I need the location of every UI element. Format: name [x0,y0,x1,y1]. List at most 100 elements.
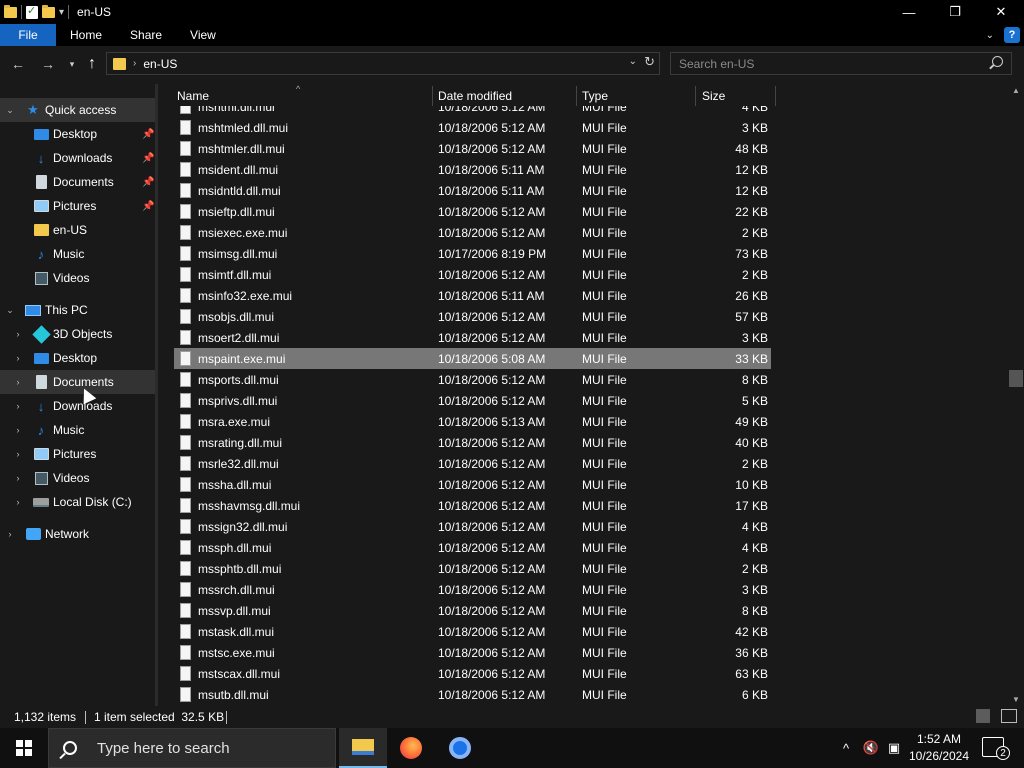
table-row[interactable]: msident.dll.mui 10/18/2006 5:11 AM MUI Fil… [174,159,771,180]
sidebar-item-pc-pictures[interactable]: › Pictures [0,442,156,466]
column-divider[interactable] [576,86,577,106]
sidebar-item-en-us[interactable]: en-US [0,218,156,242]
breadcrumb-chevron-icon[interactable]: › [133,58,136,69]
table-row[interactable]: msieftp.dll.mui 10/18/2006 5:12 AM MUI Fil… [174,201,771,222]
properties-icon[interactable] [26,4,38,19]
column-name[interactable]: Name [177,84,432,106]
table-row[interactable]: mshtmled.dll.mui 10/18/2006 5:12 AM MUI Fi… [174,117,771,138]
column-divider[interactable] [432,86,433,106]
scroll-up-icon[interactable]: ▲ [1012,86,1020,95]
help-icon[interactable]: ? [1004,27,1020,43]
customize-toolbar-chevron-icon[interactable]: ▾ [59,7,64,18]
table-row[interactable]: msimtf.dll.mui 10/18/2006 5:12 AM MUI File… [174,264,771,285]
table-row[interactable]: msutb.dll.mui 10/18/2006 5:12 AM MUI File 6… [174,684,771,705]
table-row[interactable]: mshtml.dll.mui 10/18/2006 5:12 AM MUI File… [174,106,771,117]
table-row[interactable]: msshavmsg.dll.mui 10/18/2006 5:12 AM MUI F… [174,495,771,516]
collapse-chevron-icon[interactable]: ⌄ [5,105,15,116]
expand-chevron-icon[interactable]: › [13,473,23,483]
table-row[interactable]: msimsg.dll.mui 10/17/2006 8:19 PM MUI File… [174,243,771,264]
table-row[interactable]: msiexec.exe.mui 10/18/2006 5:12 AM MUI Fil… [174,222,771,243]
column-divider[interactable] [775,86,776,106]
start-button[interactable] [0,728,48,768]
recent-locations-chevron-icon[interactable]: ▾ [62,54,82,74]
sidebar-item-network[interactable]: › Network [0,522,156,546]
address-history-chevron-icon[interactable]: ⌄ [629,56,637,67]
expand-chevron-icon[interactable]: › [13,425,23,435]
sidebar-item-desktop[interactable]: Desktop 📌 [0,122,156,146]
sidebar-item-videos[interactable]: Videos [0,266,156,290]
table-row[interactable]: msports.dll.mui 10/18/2006 5:12 AM MUI Fil… [174,369,771,390]
volume-muted-icon[interactable]: 🔇 [860,728,882,768]
expand-chevron-icon[interactable]: › [13,449,23,459]
expand-chevron-icon[interactable]: › [5,529,15,539]
table-row[interactable]: msidntld.dll.mui 10/18/2006 5:11 AM MUI Fi… [174,180,771,201]
sidebar-item-local-disk[interactable]: › Local Disk (C:) [0,490,156,514]
table-row[interactable]: mssign32.dll.mui 10/18/2006 5:12 AM MUI Fi… [174,516,771,537]
minimize-button[interactable]: — [886,0,932,24]
forward-arrow-icon[interactable]: → [38,54,58,74]
table-row[interactable]: msoert2.dll.mui 10/18/2006 5:12 AM MUI Fil… [174,327,771,348]
sidebar-item-downloads[interactable]: ↓ Downloads 📌 [0,146,156,170]
taskbar-search-box[interactable]: Type here to search [48,728,336,768]
table-row[interactable]: mssha.dll.mui 10/18/2006 5:12 AM MUI File 1… [174,474,771,495]
table-row[interactable]: msobjs.dll.mui 10/18/2006 5:12 AM MUI File… [174,306,771,327]
scrollbar-thumb[interactable] [1009,370,1023,387]
up-arrow-icon[interactable]: ↑ [82,54,102,74]
table-row[interactable]: mssvp.dll.mui 10/18/2006 5:12 AM MUI File 8… [174,600,771,621]
breadcrumb-item[interactable]: en-US [143,57,177,71]
sidebar-item-pc-downloads[interactable]: › ↓ Downloads [0,394,156,418]
sidebar-item-pc-music[interactable]: › ♪ Music [0,418,156,442]
sidebar-item-pc-desktop[interactable]: › Desktop [0,346,156,370]
sidebar-item-3d-objects[interactable]: › 3D Objects [0,322,156,346]
sidebar-item-documents[interactable]: Documents 📌 [0,170,156,194]
column-type[interactable]: Type [582,84,694,106]
table-row[interactable]: msprivs.dll.mui 10/18/2006 5:12 AM MUI Fil… [174,390,771,411]
expand-chevron-icon[interactable]: › [13,497,23,507]
tab-share[interactable]: Share [116,24,176,46]
table-row[interactable]: mstscax.dll.mui 10/18/2006 5:12 AM MUI Fil… [174,663,771,684]
tab-file[interactable]: File [0,24,56,46]
sidebar-item-pictures[interactable]: Pictures 📌 [0,194,156,218]
new-folder-icon[interactable] [42,4,55,18]
table-row[interactable]: mstsc.exe.mui 10/18/2006 5:12 AM MUI File 3… [174,642,771,663]
vertical-scrollbar[interactable]: ▲ ▼ [1008,84,1024,706]
sidebar-item-quick-access[interactable]: ⌄ ★ Quick access [0,98,156,122]
taskbar-chromium[interactable] [436,728,484,768]
sidebar-item-this-pc[interactable]: ⌄ This PC [0,298,156,322]
refresh-icon[interactable]: ↻ [644,54,655,70]
table-row[interactable]: msrating.dll.mui 10/18/2006 5:12 AM MUI Fi… [174,432,771,453]
table-row[interactable]: mssrch.dll.mui 10/18/2006 5:12 AM MUI File… [174,579,771,600]
expand-chevron-icon[interactable]: › [13,377,23,387]
scroll-down-icon[interactable]: ▼ [1012,695,1020,704]
table-row[interactable]: mssph.dll.mui 10/18/2006 5:12 AM MUI File 4… [174,537,771,558]
taskbar-file-explorer[interactable] [339,728,387,768]
table-row[interactable]: mstask.dll.mui 10/18/2006 5:12 AM MUI File… [174,621,771,642]
expand-ribbon-chevron-icon[interactable]: ⌄ [986,30,994,41]
sidebar-item-pc-documents[interactable]: › Documents [0,370,156,394]
sidebar-item-pc-videos[interactable]: › Videos [0,466,156,490]
column-divider[interactable] [695,86,696,106]
details-view-icon[interactable] [976,709,990,723]
tab-view[interactable]: View [176,24,230,46]
table-row[interactable]: mspaint.exe.mui 10/18/2006 5:08 AM MUI Fil… [174,348,771,369]
expand-chevron-icon[interactable]: › [13,353,23,363]
column-size[interactable]: Size [702,84,770,106]
system-clock[interactable]: 1:52 AM 10/26/2024 [902,731,976,765]
collapse-chevron-icon[interactable]: ⌄ [5,305,15,316]
address-bar[interactable]: › en-US ⌄ ↻ [106,52,660,75]
back-arrow-icon[interactable]: ← [8,54,28,74]
table-row[interactable]: mshtmler.dll.mui 10/18/2006 5:12 AM MUI Fi… [174,138,771,159]
table-row[interactable]: mssphtb.dll.mui 10/18/2006 5:12 AM MUI Fil… [174,558,771,579]
maximize-button[interactable]: ❐ [932,0,978,24]
sidebar-item-music[interactable]: ♪ Music [0,242,156,266]
expand-chevron-icon[interactable]: › [13,329,23,339]
large-icons-view-icon[interactable] [1001,709,1017,723]
table-row[interactable]: msinfo32.exe.mui 10/18/2006 5:11 AM MUI Fi… [174,285,771,306]
show-hidden-icons-chevron-icon[interactable]: ^ [836,728,856,768]
search-input[interactable]: Search en-US [670,52,1012,75]
taskbar-firefox[interactable] [387,728,435,768]
table-row[interactable]: msrle32.dll.mui 10/18/2006 5:12 AM MUI Fil… [174,453,771,474]
expand-chevron-icon[interactable]: › [13,401,23,411]
column-date-modified[interactable]: Date modified [438,84,576,106]
close-button[interactable]: ✕ [978,0,1024,24]
